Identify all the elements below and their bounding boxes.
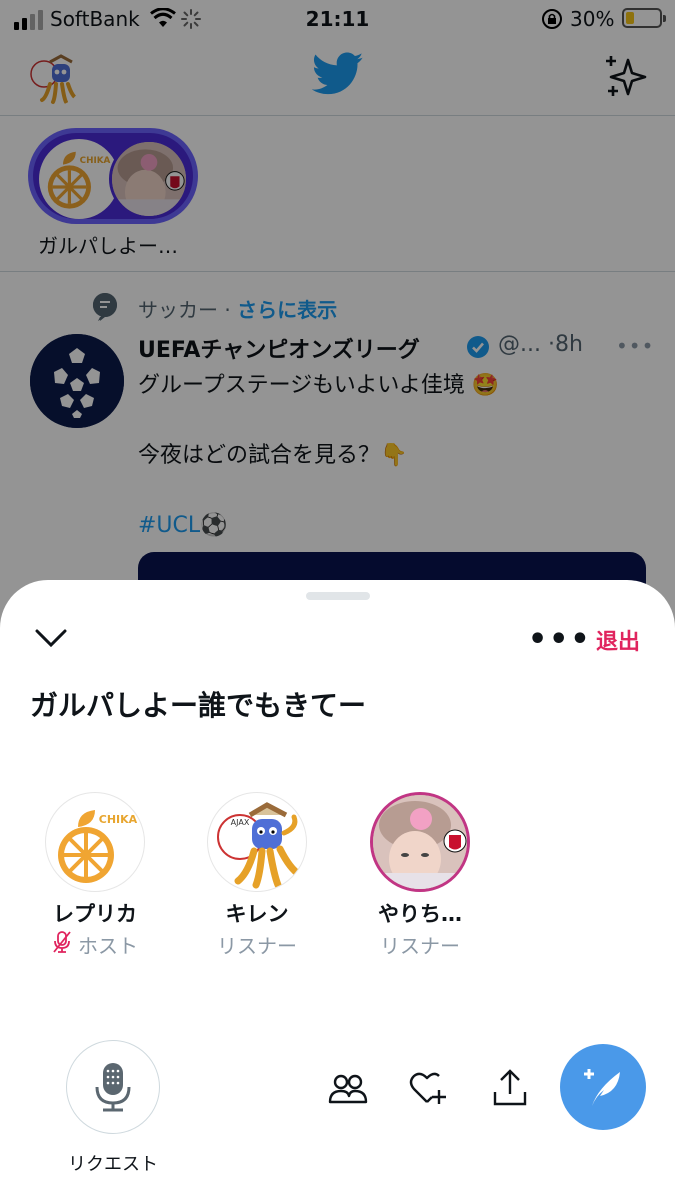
request-label: リクエスト [68,1154,158,1175]
leave-button[interactable]: 退出 [596,624,640,656]
people-icon[interactable] [328,1068,368,1108]
listener-avatar [370,792,470,892]
request-mic-button[interactable] [66,1040,160,1134]
muted-mic-icon [52,930,72,959]
compose-tweet-button[interactable] [560,1044,646,1130]
space-sheet: ••• 退出 ガルパしよー誰でもきてー CHIKA レプリカ ホスト AJAX [0,580,675,1200]
participant-role-text: リスナー [217,934,297,958]
participant-host[interactable]: CHIKA レプリカ ホスト [25,792,165,959]
participant-role: ホスト [25,930,165,959]
participant-role-text: リスナー [380,934,460,958]
sheet-grabber[interactable] [306,592,370,600]
participant-role: リスナー [187,930,327,959]
participant-name: レプリカ [53,902,137,926]
listener-avatar: AJAX [207,792,307,892]
participant-role-text: ホスト [78,934,138,958]
host-avatar: CHIKA [45,792,145,892]
space-controls: リクエスト [0,1040,675,1200]
compose-feather-icon [584,1069,620,1106]
space-title: ガルパしよー誰でもきてー [30,689,367,722]
more-options-icon[interactable]: ••• [528,622,592,657]
participant-listener[interactable]: AJAX キレン リスナー [187,792,327,959]
collapse-chevron-icon[interactable] [34,626,68,650]
participant-name: やりち… [378,902,462,926]
svg-text:CHIKA: CHIKA [99,813,138,826]
share-icon[interactable] [490,1068,530,1108]
participant-role: リスナー [350,930,490,959]
participant-name: キレン [225,902,289,926]
add-reaction-heart-icon[interactable] [408,1068,448,1108]
svg-text:AJAX: AJAX [231,818,250,827]
participant-listener[interactable]: やりち… リスナー [350,792,490,959]
microphone-icon [95,1063,131,1112]
